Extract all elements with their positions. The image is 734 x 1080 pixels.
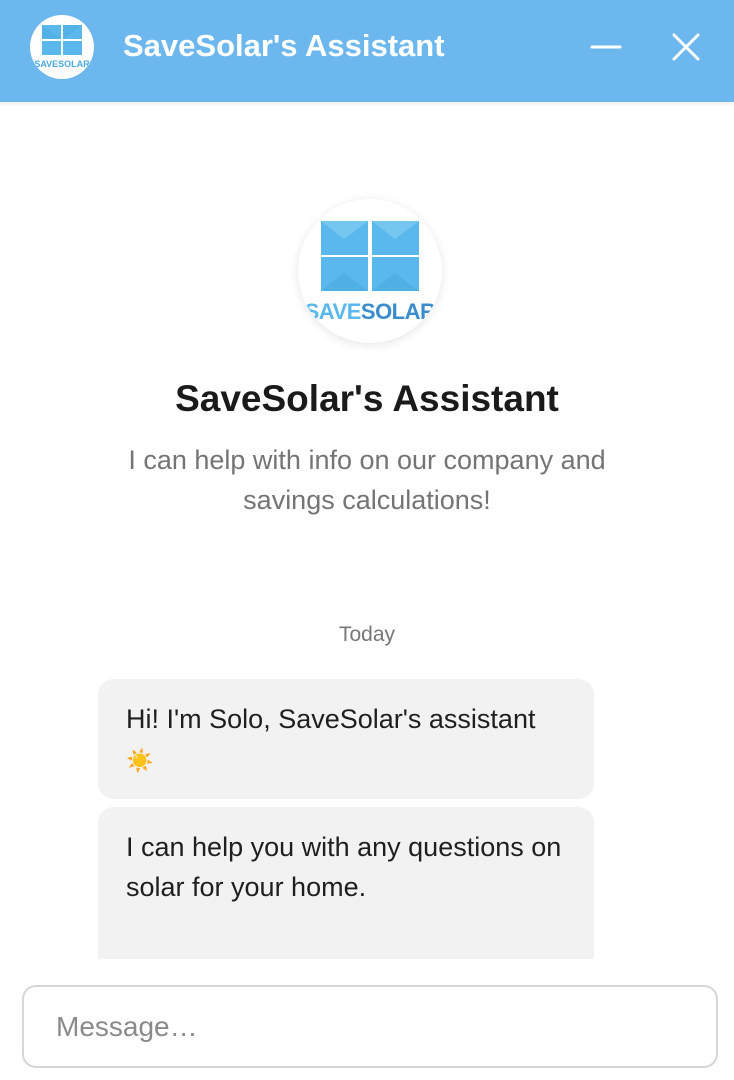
- intro-logo-text: SAVESOLAR: [305, 299, 436, 324]
- intro-subtitle: I can help with info on our company and …: [128, 445, 606, 515]
- assistant-message: Hi! I'm Solo, SaveSolar's assistant ☀️: [98, 679, 594, 799]
- intro-logo: SAVESOLAR: [298, 199, 442, 343]
- savesolar-logo-large-icon: SAVESOLAR: [305, 221, 437, 324]
- message-input[interactable]: [22, 985, 718, 1068]
- header-title: SaveSolar's Assistant: [123, 28, 445, 63]
- message-text: I can help you with any questions on sol…: [126, 832, 562, 902]
- minimize-button[interactable]: [586, 28, 626, 68]
- chat-window: SAVESOLAR SaveSolar's Assistant SAVESOLA…: [0, 0, 734, 1080]
- message-text: Hi! I'm Solo, SaveSolar's assistant: [126, 704, 536, 734]
- message-list[interactable]: Hi! I'm Solo, SaveSolar's assistant ☀️ I…: [0, 670, 734, 959]
- chat-header: SAVESOLAR SaveSolar's Assistant: [0, 0, 734, 102]
- header-logo: SAVESOLAR: [30, 15, 94, 79]
- minimize-icon: [590, 45, 622, 49]
- savesolar-logo-icon: SAVESOLAR: [34, 25, 90, 69]
- intro-title: SaveSolar's Assistant: [175, 378, 559, 419]
- close-icon: [672, 33, 700, 61]
- assistant-message: I can help you with any questions on sol…: [98, 807, 594, 959]
- close-button[interactable]: [666, 28, 706, 68]
- header-logo-text: SAVESOLAR: [34, 59, 90, 69]
- date-divider: Today: [338, 623, 396, 646]
- sun-emoji-icon: ☀️: [126, 748, 154, 773]
